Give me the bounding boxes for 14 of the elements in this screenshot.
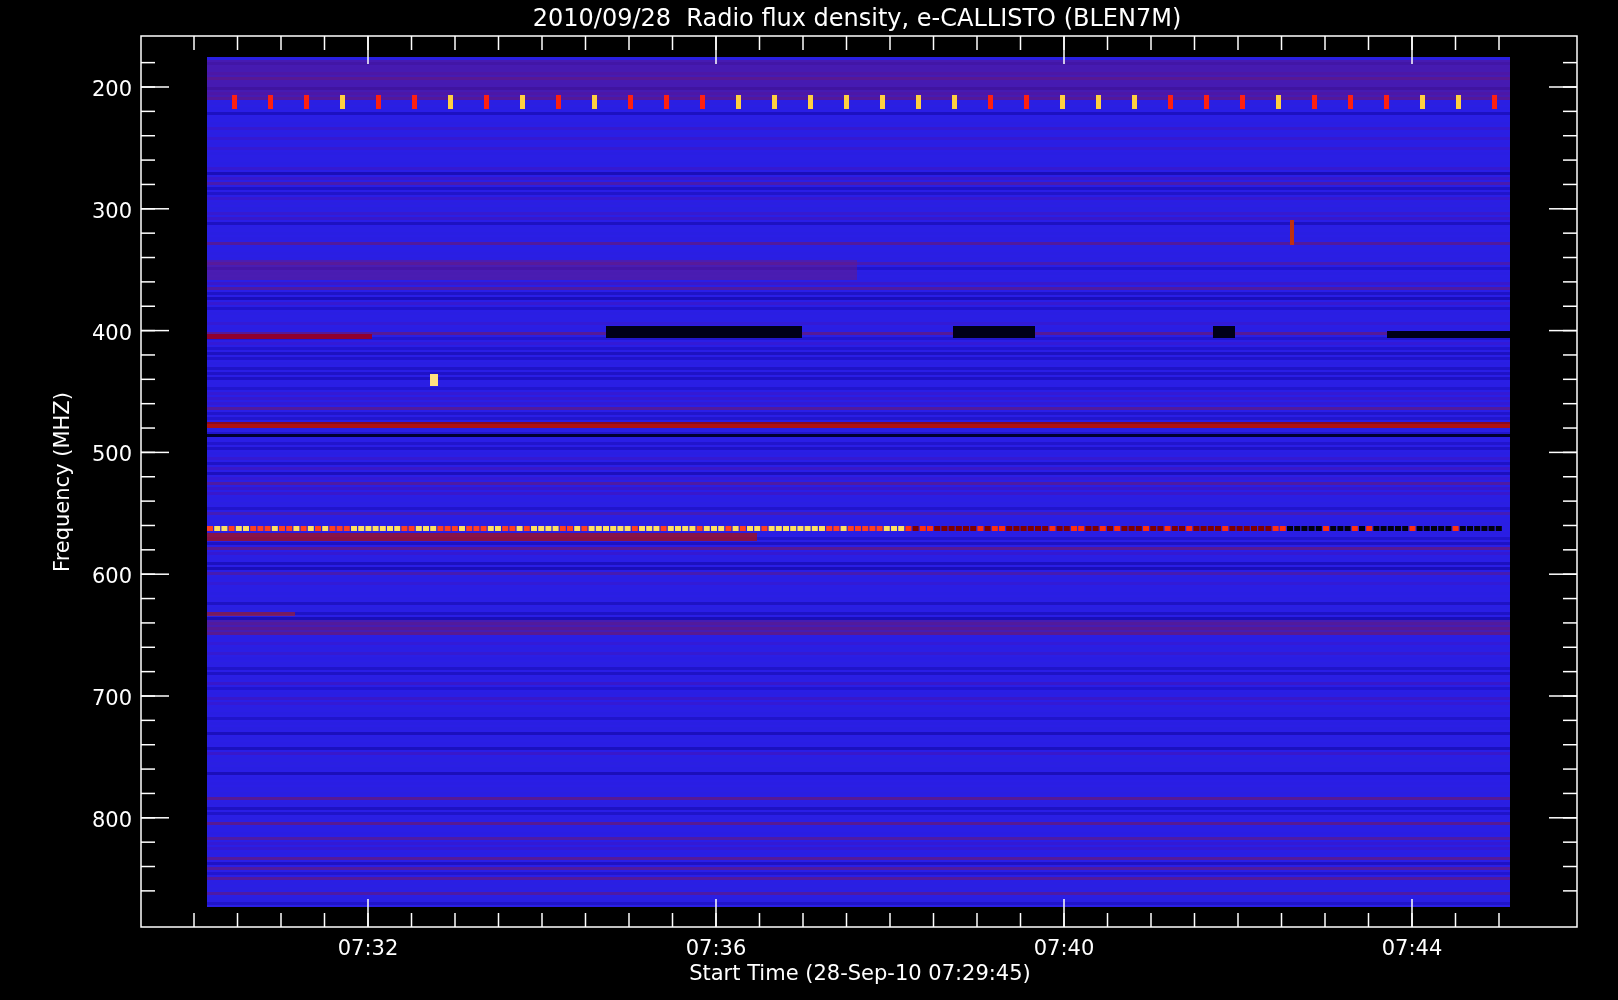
x-tick-label: 07:44 [1381,936,1443,960]
y-tick-label: 800 [91,807,132,832]
y-tick-label: 600 [91,564,132,589]
y-tick-label: 500 [91,442,132,467]
y-tick-label: 300 [91,198,132,223]
x-axis-label: Start Time (28-Sep-10 07:29:45) [689,961,1031,985]
y-tick-label: 200 [91,77,132,101]
y-tick-label: 400 [91,320,132,345]
x-tick-label: 07:32 [337,936,399,960]
chart-title: 2010/09/28 Radio flux density, e-CALLISTO (BLEN7M) [532,4,1182,32]
y-tick-label: 700 [91,686,132,710]
y-axis-label: Frequency (MHZ) [50,392,74,572]
x-tick-label: 07:40 [1033,936,1095,960]
x-tick-label: 07:36 [685,936,747,960]
